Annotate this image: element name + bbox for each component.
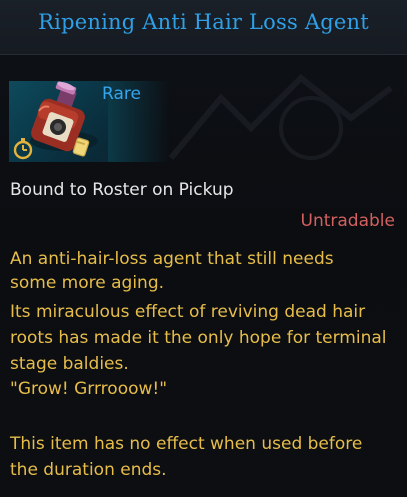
scroll-icon	[72, 137, 90, 157]
stopwatch-icon	[13, 138, 33, 160]
description-line: This item has no effect when used before	[10, 434, 363, 454]
description-line: the duration ends.	[10, 460, 167, 480]
item-icon-frame	[9, 81, 108, 162]
description-line: roots has made it the only hope for term…	[10, 328, 387, 348]
background-watermark	[168, 73, 393, 160]
binding-text: Bound to Roster on Pickup	[10, 180, 234, 200]
item-tooltip: Ripening Anti Hair Loss Agent Rare Bound…	[0, 0, 407, 497]
description-line: An anti-hair-loss agent that still needs	[10, 249, 334, 269]
description-line: stage baldies.	[10, 354, 129, 374]
description-line: Its miraculous effect of reviving dead h…	[10, 302, 366, 322]
description-line: some more aging.	[10, 273, 165, 293]
title-bar: Ripening Anti Hair Loss Agent	[0, 0, 407, 55]
trade-status: Untradable	[300, 211, 395, 231]
description-line: "Grow! Grrrooow!"	[10, 379, 168, 399]
item-rarity: Rare	[102, 84, 141, 104]
item-name: Ripening Anti Hair Loss Agent	[38, 10, 369, 34]
